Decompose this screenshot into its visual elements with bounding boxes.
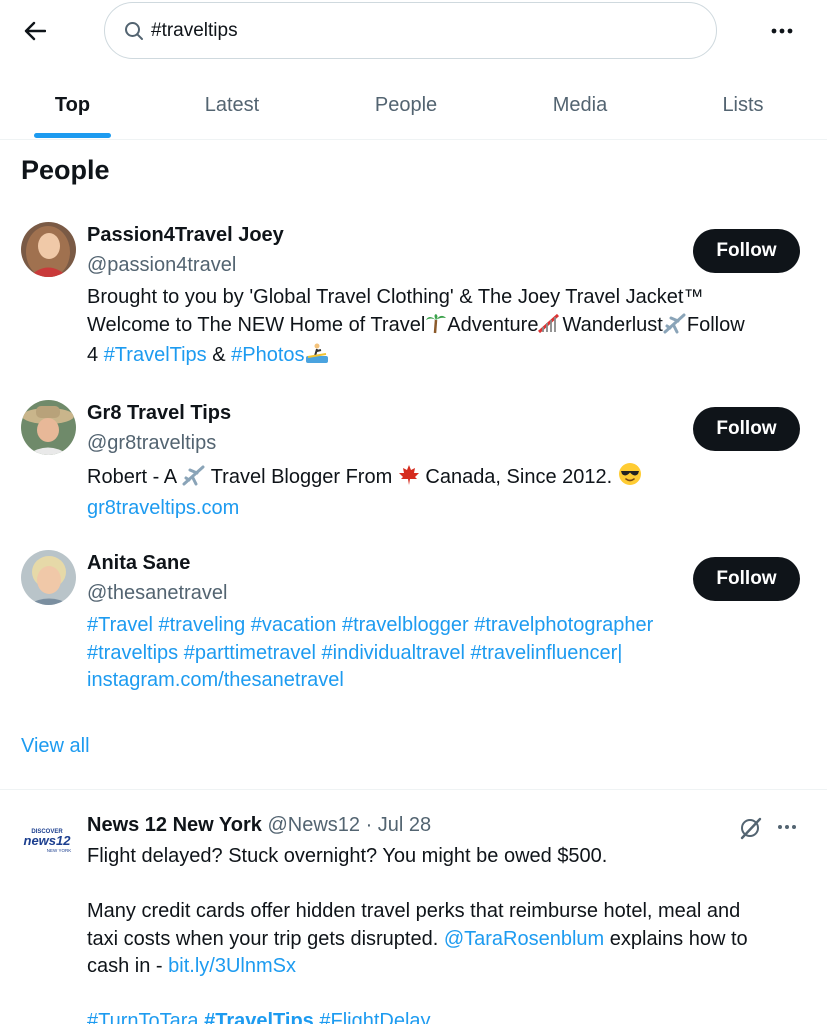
hashtag-line[interactable]: #Travel #traveling #vacation #travelblog… [87, 612, 807, 640]
website-link[interactable]: instagram.com/thesanetravel [87, 667, 807, 695]
surfer-emoji [305, 342, 329, 373]
more-icon [778, 825, 796, 829]
short-url-link[interactable]: bit.ly/3UlnmSx [168, 955, 296, 977]
more-button[interactable] [762, 15, 802, 47]
more-icon [771, 28, 793, 34]
bio-line: Robert - A Travel Blogger From Canada, S… [87, 462, 807, 495]
person-handle[interactable]: @thesanetravel [87, 582, 227, 605]
hashtag-link[interactable]: #TravelTips [204, 1010, 314, 1024]
follow-button[interactable]: Follow [693, 229, 800, 273]
hashtag-line[interactable]: #traveltips #parttimetravel #individualt… [87, 640, 807, 668]
tweet-hashtags: #TurnToTara #TravelTips #FlightDelay [87, 1008, 807, 1024]
person-handle[interactable]: @gr8traveltips [87, 432, 216, 455]
tweet-text-line: Many credit cards offer hidden travel pe… [87, 900, 741, 922]
person-bio: #Travel #traveling #vacation #travelblog… [87, 612, 807, 695]
people-section-title: People [21, 155, 110, 185]
airplane-emoji [182, 464, 206, 495]
tweet-text: cash in - [87, 955, 163, 977]
section-divider [0, 789, 827, 790]
tweet-header: News 12 New York @News12 · Jul 28 [87, 814, 431, 837]
back-button[interactable] [18, 14, 52, 48]
bio-text: Adventure [447, 313, 539, 336]
bio-text: & [212, 344, 226, 366]
search-input[interactable] [151, 19, 651, 42]
bio-text: Travel Blogger From [210, 466, 393, 488]
news12-logo[interactable]: DISCOVER news12 NEW YORK [21, 826, 73, 858]
bio-text: Robert - A [87, 466, 176, 488]
website-link[interactable]: gr8traveltips.com [87, 497, 239, 519]
tweet-text: explains how to [609, 927, 748, 950]
tab-lists[interactable]: Lists [710, 72, 776, 139]
roller-coaster-emoji [538, 312, 562, 343]
bio-line: gr8traveltips.com [87, 495, 807, 523]
avatar[interactable] [21, 400, 76, 455]
tab-latest[interactable]: Latest [190, 72, 274, 139]
person-name[interactable]: Anita Sane [87, 552, 190, 575]
maple-leaf-emoji [398, 464, 420, 495]
avatar[interactable] [21, 550, 76, 605]
person-bio: Robert - A Travel Blogger From Canada, S… [87, 462, 807, 522]
search-icon [123, 20, 145, 42]
follow-button[interactable]: Follow [693, 557, 800, 601]
hashtag-link[interactable]: #TravelTips [104, 344, 207, 366]
sunglasses-emoji [618, 462, 642, 495]
tweet-text-line: taxi costs when your trip gets disrupted… [87, 926, 807, 954]
avatar[interactable] [21, 222, 76, 277]
tweet-text-paragraph: Many credit cards offer hidden travel pe… [87, 898, 807, 981]
bio-line: Brought to you by 'Global Travel Clothin… [87, 286, 704, 308]
bio-text: Follow [686, 313, 745, 336]
person-name[interactable]: Passion4Travel Joey [87, 224, 284, 247]
person-bio: Brought to you by 'Global Travel Clothin… [87, 284, 807, 373]
hashtag-link[interactable]: #FlightDelay [319, 1010, 430, 1024]
tweet-author-name[interactable]: News 12 New York [87, 814, 262, 836]
bio-text: 4 [87, 344, 99, 366]
tab-top[interactable]: Top [34, 72, 111, 139]
follow-button[interactable]: Follow [693, 407, 800, 451]
tweet-text-line: Flight delayed? Stuck overnight? You mig… [87, 845, 608, 867]
hashtag-link[interactable]: #Photos [231, 344, 304, 366]
tweet-text-line: cash in - bit.ly/3UlnmSx [87, 953, 807, 981]
grok-icon[interactable] [738, 815, 764, 841]
hashtag-link[interactable]: #traveltips #parttimetravel #individualt… [87, 642, 622, 664]
tweet-more-button[interactable] [773, 813, 801, 841]
tab-people[interactable]: People [362, 72, 450, 139]
search-box[interactable] [104, 2, 717, 59]
tweet-text: taxi costs when your trip gets disrupted… [87, 927, 439, 950]
person-handle[interactable]: @passion4travel [87, 254, 236, 277]
hashtag-link[interactable]: #TurnToTara [87, 1010, 199, 1024]
mention-link[interactable]: @TaraRosenblum [444, 928, 604, 950]
top-bar [0, 0, 827, 62]
bio-line: Welcome to The NEW Home of Travel Adventu… [87, 312, 807, 343]
person-name[interactable]: Gr8 Travel Tips [87, 402, 231, 425]
tweet-meta[interactable]: @News12 · Jul 28 [267, 814, 431, 836]
airplane-emoji [663, 312, 687, 343]
search-tabs: Top Latest People Media Lists [0, 72, 827, 140]
tab-media[interactable]: Media [540, 72, 620, 139]
svg-text:news12: news12 [24, 833, 72, 848]
bio-text: Wanderlust [562, 313, 663, 336]
back-arrow-icon [24, 21, 46, 41]
view-all-link[interactable]: View all [21, 735, 90, 758]
active-tab-indicator [34, 133, 111, 138]
bio-text: Welcome to The NEW Home of Travel [87, 313, 426, 336]
bio-text: Canada, Since 2012. [425, 466, 613, 488]
svg-text:NEW YORK: NEW YORK [47, 848, 71, 853]
bio-line: 4 #TravelTips & #Photos [87, 342, 807, 373]
palm-tree-emoji [425, 312, 447, 343]
